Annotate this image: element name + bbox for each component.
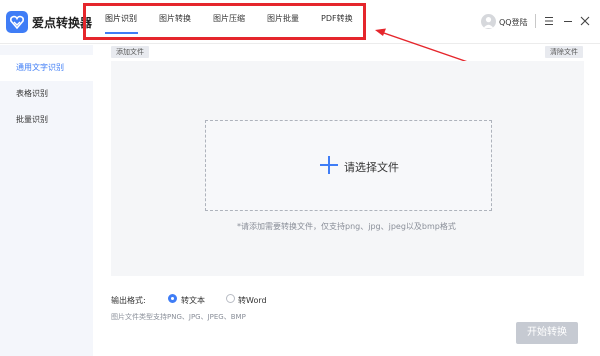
format-hint: *请添加需要转换文件，仅支持png、jpg、jpeg以及bmp格式 (237, 222, 456, 231)
sidebar-item-table-ocr[interactable]: 表格识别 (0, 81, 93, 107)
radio-to-word-label[interactable]: 转Word (238, 295, 267, 306)
file-drop-zone[interactable]: 请选择文件 (205, 120, 492, 211)
clear-file-button[interactable]: 清除文件 (545, 46, 583, 58)
plus-icon (320, 156, 338, 174)
qq-login-link[interactable]: QQ登陆 (499, 17, 528, 28)
tab-image-compression[interactable]: 图片压缩 (213, 13, 245, 24)
close-icon[interactable] (578, 13, 592, 29)
radio-to-word[interactable] (226, 294, 235, 303)
radio-to-text[interactable] (168, 294, 177, 303)
minimize-icon[interactable] (561, 13, 575, 29)
sidebar-item-general-ocr[interactable]: 通用文字识别 (0, 55, 93, 81)
app-logo-icon (6, 11, 28, 33)
start-conversion-button[interactable]: 开始转换 (516, 322, 578, 344)
add-file-button[interactable]: 添加文件 (111, 46, 149, 58)
user-avatar-icon[interactable] (481, 14, 496, 29)
tab-image-recognition[interactable]: 图片识别 (105, 13, 137, 24)
select-file-label: 请选择文件 (344, 161, 399, 174)
output-format-label: 输出格式: (111, 296, 146, 305)
menu-icon[interactable] (542, 13, 556, 29)
header-divider (535, 14, 536, 28)
title-bar: 爱点转换器 图片识别 图片转换 图片压缩 图片批量 PDF转换 QQ登陆 (0, 0, 600, 44)
active-tab-indicator (105, 32, 138, 34)
tab-image-conversion[interactable]: 图片转换 (159, 13, 191, 24)
sidebar: 通用文字识别 表格识别 批量识别 (0, 45, 93, 356)
supported-types-text: 图片文件类型支持PNG、JPG、JPEG、BMP (111, 313, 246, 321)
sidebar-item-batch-ocr[interactable]: 批量识别 (0, 107, 93, 133)
radio-to-text-label[interactable]: 转文本 (181, 295, 205, 306)
tab-image-batch[interactable]: 图片批量 (267, 13, 299, 24)
tab-pdf-conversion[interactable]: PDF转换 (321, 13, 353, 24)
